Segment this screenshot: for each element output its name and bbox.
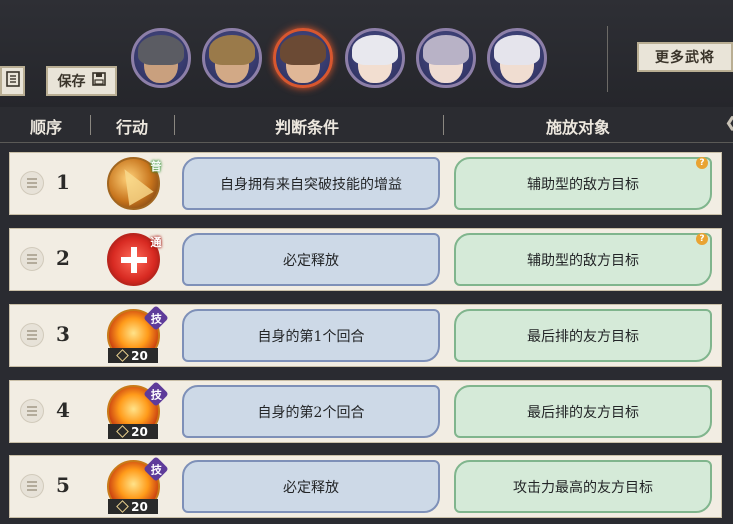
drag-handle-icon[interactable] <box>20 323 44 347</box>
save-button-label: 保存 <box>57 74 86 90</box>
diamond-icon <box>116 349 130 362</box>
general-portrait[interactable] <box>487 28 547 88</box>
action-row[interactable]: 2 通 必定释放 辅助型的敌方目标? <box>9 228 722 291</box>
skill-cost-badge: 20 <box>108 424 158 439</box>
diamond-icon <box>116 500 130 513</box>
condition-selector[interactable]: 必定释放 <box>182 460 440 513</box>
column-header-condition: 判断条件 <box>275 118 340 137</box>
target-selector[interactable]: 最后排的友方目标 <box>454 385 712 438</box>
general-portrait[interactable] <box>416 28 476 88</box>
drag-handle-icon[interactable] <box>20 171 44 195</box>
condition-selector[interactable]: 必定释放 <box>182 233 440 286</box>
portrait-hair <box>352 35 398 65</box>
red-cross-skill-icon[interactable]: 通 <box>107 233 162 286</box>
floppy-disk-icon <box>91 72 106 90</box>
list-icon <box>5 71 20 91</box>
more-generals-button[interactable]: 更多武将 <box>637 42 733 72</box>
skill-cost-badge: 20 <box>108 348 158 363</box>
skill-cost-badge: 20 <box>108 499 158 514</box>
condition-selector[interactable]: 自身拥有来自突破技能的增益 <box>182 157 440 210</box>
cross-icon <box>121 247 147 273</box>
header-divider <box>443 115 444 135</box>
skill-type-badge: 技 <box>143 381 169 407</box>
portrait-hair <box>423 35 469 65</box>
condition-selector[interactable]: 自身的第2个回合 <box>182 385 440 438</box>
target-selector[interactable]: 最后排的友方目标 <box>454 309 712 362</box>
general-portrait[interactable] <box>273 28 333 88</box>
action-row[interactable]: 5 技 20 必定释放 攻击力最高的友方目标 <box>9 455 722 518</box>
collapse-arrow-icon[interactable]: ❮ <box>725 115 733 133</box>
column-header-target: 施放对象 <box>546 118 611 137</box>
column-header-order: 顺序 <box>30 118 63 137</box>
skill-type-badge: 通 <box>150 236 162 249</box>
row-order: 3 <box>56 322 70 346</box>
skill-type-badge: 技 <box>143 305 169 331</box>
save-button[interactable]: 保存 <box>46 66 117 96</box>
general-portrait[interactable] <box>202 28 262 88</box>
drag-handle-icon[interactable] <box>20 399 44 423</box>
portrait-hair <box>494 35 540 65</box>
target-selector[interactable]: 辅助型的敌方目标? <box>454 157 712 210</box>
top-bar: 保存 更多武将 <box>0 0 733 107</box>
row-order: 1 <box>56 170 70 194</box>
action-row[interactable]: 3 技 20 自身的第1个回合 最后排的友方目标 <box>9 304 722 367</box>
help-icon[interactable]: ? <box>696 157 708 169</box>
portrait-hair <box>138 35 184 65</box>
skill-type-badge: 普 <box>150 160 162 173</box>
condition-selector[interactable]: 自身的第1个回合 <box>182 309 440 362</box>
help-icon[interactable]: ? <box>696 233 708 245</box>
row-order: 2 <box>56 246 70 270</box>
row-order: 4 <box>56 398 70 422</box>
skill-type-badge: 技 <box>143 456 169 482</box>
drag-handle-icon[interactable] <box>20 247 44 271</box>
diamond-icon <box>116 425 130 438</box>
action-row[interactable]: 1 普 自身拥有来自突破技能的增益 辅助型的敌方目标? <box>9 152 722 215</box>
general-portrait[interactable] <box>131 28 191 88</box>
column-header-action: 行动 <box>116 118 149 137</box>
gold-slash-skill-icon[interactable]: 普 <box>107 157 162 210</box>
table-header: 顺序 行动 判断条件 施放对象 ❮ <box>0 107 733 143</box>
action-row[interactable]: 4 技 20 自身的第2个回合 最后排的友方目标 <box>9 380 722 443</box>
target-selector[interactable]: 辅助型的敌方目标? <box>454 233 712 286</box>
header-divider <box>90 115 91 135</box>
drag-handle-icon[interactable] <box>20 474 44 498</box>
header-divider <box>174 115 175 135</box>
row-order: 5 <box>56 473 70 497</box>
menu-button[interactable] <box>0 66 25 96</box>
toolbar-divider <box>607 26 608 92</box>
general-portrait[interactable] <box>345 28 405 88</box>
portrait-hair <box>209 35 255 65</box>
portrait-hair <box>280 35 326 65</box>
target-selector[interactable]: 攻击力最高的友方目标 <box>454 460 712 513</box>
